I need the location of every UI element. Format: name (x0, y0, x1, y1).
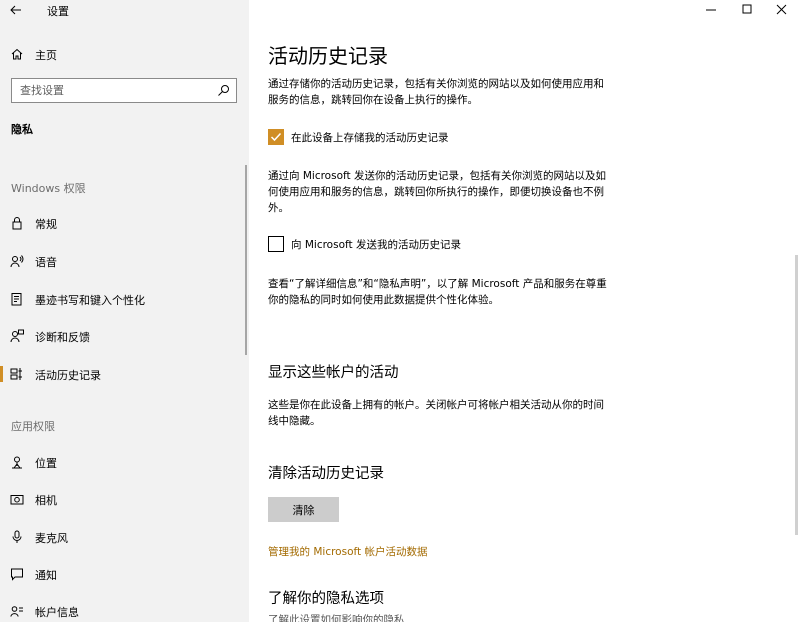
accounts-line-1: 这些是你在此设备上拥有的帐户。关闭帐户可将帐户相关活动从你的时间 (268, 397, 628, 413)
clear-history-heading: 清除活动历史记录 (268, 462, 384, 483)
search-box[interactable] (11, 78, 237, 103)
account-info-icon (10, 604, 24, 618)
sidebar-item-inking-typing[interactable]: 墨迹书写和键入个性化 (0, 284, 249, 314)
pen-pad-icon (10, 292, 24, 306)
send-line-1: 通过向 Microsoft 发送你的活动历史记录，包括有关你浏览的网站以及如 (268, 168, 628, 184)
sidebar-item-camera[interactable]: 相机 (0, 484, 249, 514)
camera-icon (10, 492, 24, 506)
sidebar-item-diagnostics-feedback[interactable]: 诊断和反馈 (0, 321, 249, 351)
main-scrollbar[interactable] (795, 255, 798, 535)
learn-privacy-heading: 了解你的隐私选项 (268, 587, 384, 608)
speech-icon (10, 254, 24, 268)
clear-button[interactable]: 清除 (268, 497, 339, 522)
sidebar: 设置 主页 隐私 Windows 权限 常规 语音 (0, 0, 249, 622)
sidebar-item-account-info[interactable]: 帐户信息 (0, 596, 249, 622)
sidebar-item-location[interactable]: 位置 (0, 447, 249, 477)
search-input[interactable] (12, 79, 212, 102)
store-history-checkbox-row[interactable]: 在此设备上存储我的活动历史记录 (268, 129, 668, 147)
app-title: 设置 (47, 3, 69, 19)
sidebar-item-label: 诊断和反馈 (35, 329, 90, 345)
privacy-text: 查看“了解详细信息”和“隐私声明”，以了解 Microsoft 产品和服务在尊重… (268, 276, 628, 308)
intro-line-2: 服务的信息，跳转回你在设备上执行的操作。 (268, 92, 628, 108)
back-button[interactable] (6, 0, 26, 20)
feedback-icon (10, 329, 24, 343)
send-history-description: 通过向 Microsoft 发送你的活动历史记录，包括有关你浏览的网站以及如 何… (268, 168, 628, 216)
sidebar-item-notifications[interactable]: 通知 (0, 559, 249, 589)
intro-line-1: 通过存储你的活动历史记录，包括有关你浏览的网站以及如何使用应用和 (268, 76, 628, 92)
checkmark-icon (270, 131, 282, 143)
learn-privacy-partial-text: 了解此设置如何影响你的隐私 (268, 612, 628, 622)
accounts-heading: 显示这些帐户的活动 (268, 361, 399, 382)
minimize-button[interactable] (693, 0, 729, 20)
back-arrow-icon (6, 0, 26, 20)
privacy-line-2: 你的隐私的同时如何使用此数据提供个性化体验。 (268, 292, 628, 308)
section-heading-privacy: 隐私 (11, 121, 33, 137)
store-history-checkbox[interactable] (268, 129, 284, 145)
sidebar-item-general[interactable]: 常规 (0, 208, 249, 238)
page-title: 活动历史记录 (268, 40, 388, 69)
sidebar-item-label: 麦克风 (35, 530, 68, 546)
accounts-line-2: 线中隐藏。 (268, 413, 628, 429)
maximize-icon (729, 0, 765, 20)
accounts-text: 这些是你在此设备上拥有的帐户。关闭帐户可将帐户相关活动从你的时间 线中隐藏。 (268, 397, 628, 429)
sidebar-item-home[interactable]: 主页 (0, 43, 249, 65)
close-icon (764, 0, 800, 20)
sidebar-item-microphone[interactable]: 麦克风 (0, 522, 249, 552)
manage-account-activity-link[interactable]: 管理我的 Microsoft 帐户活动数据 (268, 544, 427, 559)
sidebar-item-label: 语音 (35, 254, 57, 270)
privacy-line-1: 查看“了解详细信息”和“隐私声明”，以了解 Microsoft 产品和服务在尊重 (268, 276, 628, 292)
home-label: 主页 (35, 47, 57, 63)
intro-text: 通过存储你的活动历史记录，包括有关你浏览的网站以及如何使用应用和 服务的信息，跳… (268, 76, 628, 108)
active-indicator (0, 366, 3, 382)
minimize-icon (693, 0, 729, 20)
sidebar-item-label: 活动历史记录 (35, 367, 101, 383)
maximize-button[interactable] (729, 0, 765, 20)
microphone-icon (10, 530, 24, 544)
sidebar-item-label: 位置 (35, 455, 57, 471)
group-title-app-permissions: 应用权限 (11, 418, 55, 434)
location-icon (10, 455, 24, 469)
title-bar: 设置 (0, 0, 249, 20)
timeline-icon (10, 367, 24, 381)
sidebar-scrollbar[interactable] (245, 165, 247, 355)
main-content: 活动历史记录 通过存储你的活动历史记录，包括有关你浏览的网站以及如何使用应用和 … (249, 0, 800, 622)
search-icon[interactable] (217, 84, 230, 97)
sidebar-item-speech[interactable]: 语音 (0, 246, 249, 276)
sidebar-item-label: 墨迹书写和键入个性化 (35, 292, 145, 308)
close-button[interactable] (764, 0, 800, 20)
sidebar-item-label: 相机 (35, 492, 57, 508)
group-title-windows-permissions: Windows 权限 (11, 180, 86, 196)
sidebar-item-label: 常规 (35, 216, 57, 232)
send-line-2: 何使用应用和服务的信息，跳转回你所执行的操作，即便切换设备也不例 (268, 184, 628, 200)
send-history-label[interactable]: 向 Microsoft 发送我的活动历史记录 (291, 237, 461, 252)
sidebar-item-label: 通知 (35, 567, 57, 583)
store-history-label[interactable]: 在此设备上存储我的活动历史记录 (291, 130, 449, 145)
send-line-3: 外。 (268, 200, 628, 216)
home-icon (10, 47, 24, 61)
sidebar-item-activity-history[interactable]: 活动历史记录 (0, 359, 249, 389)
notification-icon (10, 567, 24, 581)
send-history-checkbox[interactable] (268, 236, 284, 252)
lock-icon (10, 216, 24, 230)
sidebar-item-label: 帐户信息 (35, 604, 79, 620)
send-history-checkbox-row[interactable]: 向 Microsoft 发送我的活动历史记录 (268, 236, 668, 254)
